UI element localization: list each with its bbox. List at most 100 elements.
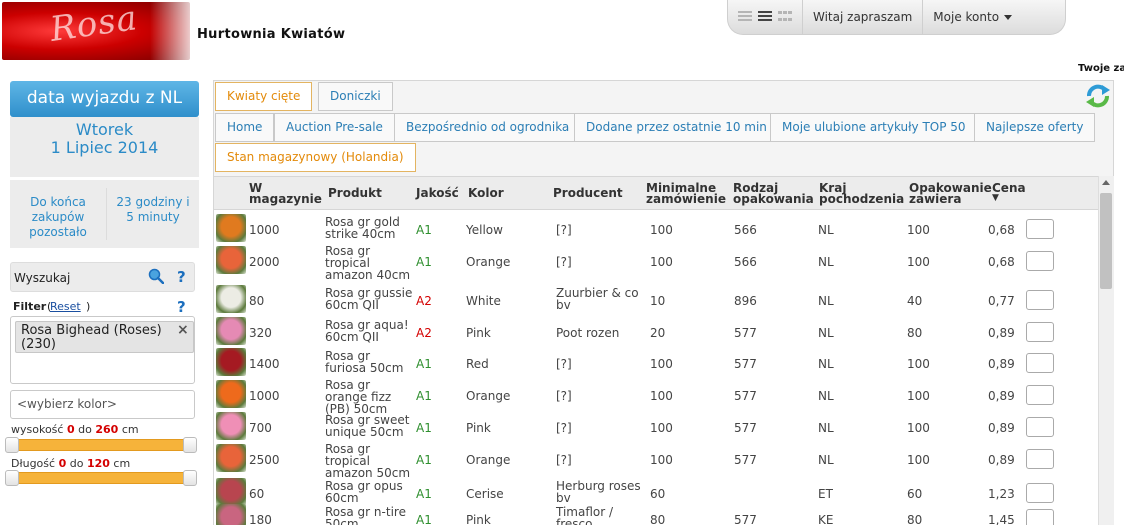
- filter-tag-remove-icon[interactable]: ×: [177, 322, 189, 338]
- quantity-input[interactable]: [1026, 449, 1054, 469]
- table-row[interactable]: 80 Rosa gr gussie 60cm QII A2 White Zuurbier…: [214, 283, 1098, 315]
- cell-product[interactable]: Rosa gr sweet unique 50cm: [325, 414, 413, 438]
- account-menu[interactable]: Moje konto: [923, 10, 1022, 24]
- refresh-icon[interactable]: [1085, 84, 1111, 108]
- cell-product[interactable]: Rosa gr furiosa 50cm: [325, 350, 413, 374]
- length-min-handle[interactable]: [5, 470, 19, 486]
- product-thumbnail[interactable]: [216, 246, 246, 274]
- cell-product[interactable]: Rosa gr gussie 60cm QII: [325, 287, 413, 311]
- col-color[interactable]: Kolor: [468, 187, 504, 199]
- col-product[interactable]: Produkt: [328, 187, 382, 199]
- cell-min: 100: [650, 223, 673, 237]
- search-label: Wyszukaj: [14, 271, 71, 285]
- length-max-handle[interactable]: [183, 470, 197, 486]
- cell-product[interactable]: Rosa gr aqua! 60cm QII: [325, 319, 413, 343]
- tab-ulubione-top50[interactable]: Moje ulubione artykuły TOP 50: [770, 113, 978, 142]
- col-producer[interactable]: Producent: [553, 187, 623, 199]
- tab-dodane-10-min[interactable]: Dodane przez ostatnie 10 min: [574, 113, 779, 142]
- cell-quality: A2: [416, 294, 432, 308]
- col-pack-contents[interactable]: Opakowanie zawiera: [909, 182, 992, 205]
- product-thumbnail[interactable]: [216, 412, 246, 440]
- length-range-label: Długość 0 do 120 cm: [11, 457, 131, 470]
- height-max-handle[interactable]: [183, 437, 197, 453]
- product-thumbnail[interactable]: [216, 380, 246, 408]
- col-quality[interactable]: Jakość: [416, 187, 459, 199]
- sort-desc-icon[interactable]: ▼: [992, 193, 999, 203]
- table-row[interactable]: 180 Rosa gr n-tire 50cm A1 Pink Timaflor / f…: [214, 502, 1098, 525]
- view-compact-icon[interactable]: [738, 11, 752, 23]
- cell-stock: 2000: [249, 255, 280, 269]
- cell-product[interactable]: Rosa gr opus 60cm: [325, 480, 413, 504]
- tab-auction-pre-sale[interactable]: Auction Pre-sale: [274, 113, 395, 142]
- quantity-input[interactable]: [1026, 353, 1054, 373]
- cell-color: White: [466, 294, 501, 308]
- filter-reset-link[interactable]: Reset: [50, 300, 81, 313]
- cell-contents: 100: [907, 255, 930, 269]
- view-grid-icon[interactable]: [778, 11, 792, 23]
- product-thumbnail[interactable]: [216, 504, 246, 525]
- quantity-input[interactable]: [1026, 483, 1054, 503]
- product-thumbnail[interactable]: [216, 317, 246, 345]
- quantity-input[interactable]: [1026, 385, 1054, 405]
- height-slider[interactable]: [13, 439, 189, 451]
- tab-najlepsze-oferty[interactable]: Najlepsze oferty: [974, 113, 1096, 142]
- cell-contents: 100: [907, 389, 930, 403]
- scroll-thumb[interactable]: [1100, 193, 1112, 289]
- length-slider[interactable]: [13, 472, 189, 484]
- tab-doniczki[interactable]: Doniczki: [318, 82, 393, 111]
- tab-stan-magazynowy[interactable]: Stan magazynowy (Holandia): [215, 143, 416, 172]
- cell-contents: 80: [907, 513, 923, 525]
- tab-bezposrednio[interactable]: Bezpośrednio od ogrodnika: [394, 113, 582, 142]
- table-row[interactable]: 1400 Rosa gr furiosa 50cm A1 Red [?] 100 577 NL…: [214, 346, 1098, 378]
- search-help-icon[interactable]: ?: [177, 268, 186, 286]
- cell-country: KE: [818, 513, 834, 525]
- quantity-input[interactable]: [1026, 251, 1054, 271]
- product-thumbnail[interactable]: [216, 444, 246, 472]
- table-row[interactable]: 1000 Rosa gr gold strike 40cm A1 Yellow [?] 1…: [214, 212, 1098, 244]
- cell-stock: 180: [249, 513, 272, 525]
- quantity-input[interactable]: [1026, 219, 1054, 239]
- cell-product[interactable]: Rosa gr tropical amazon 40cm: [325, 245, 413, 281]
- tab-kwiaty-ciete[interactable]: Kwiaty cięte: [215, 82, 313, 111]
- quantity-input[interactable]: [1026, 290, 1054, 310]
- height-min-handle[interactable]: [5, 437, 19, 453]
- scroll-up-icon[interactable]: [1102, 180, 1110, 185]
- cart-label: Twoje za: [1078, 63, 1124, 74]
- cell-product[interactable]: Rosa gr n-tire 50cm: [325, 506, 413, 525]
- filter-help-icon[interactable]: ?: [177, 298, 186, 316]
- color-select[interactable]: <wybierz kolor>: [10, 390, 195, 419]
- welcome-text: Witaj zapraszam: [813, 10, 913, 24]
- cell-pack: 577: [734, 453, 757, 467]
- table-row[interactable]: 320 Rosa gr aqua! 60cm QII A2 Pink Poot roze…: [214, 315, 1098, 347]
- cell-quality: A2: [416, 326, 432, 340]
- table-row[interactable]: 2500 Rosa gr tropical amazon 50cm A1 Orange…: [214, 442, 1098, 479]
- cell-price: 1,23: [988, 487, 1015, 501]
- cell-min: 60: [650, 487, 666, 501]
- cell-contents: 40: [907, 294, 923, 308]
- table-body: 1000 Rosa gr gold strike 40cm A1 Yellow [?] 1…: [214, 210, 1098, 525]
- col-min-order[interactable]: Minimalne zamówienie: [646, 182, 728, 205]
- company-name: Hurtownia Kwiatów: [197, 27, 346, 42]
- search-icon[interactable]: [148, 268, 164, 284]
- table-row[interactable]: 1000 Rosa gr orange fizz (PB) 50cm A1 Orang…: [214, 378, 1098, 415]
- col-country[interactable]: Kraj pochodzenia: [819, 182, 905, 205]
- cell-price: 0,68: [988, 223, 1015, 237]
- col-pack-type[interactable]: Rodzaj opakowania: [733, 182, 815, 205]
- quantity-input[interactable]: [1026, 417, 1054, 437]
- cell-product[interactable]: Rosa gr gold strike 40cm: [325, 216, 413, 240]
- quantity-input[interactable]: [1026, 322, 1054, 342]
- product-thumbnail[interactable]: [216, 285, 246, 313]
- table-row[interactable]: 2000 Rosa gr tropical amazon 40cm A1 Orange…: [214, 244, 1098, 281]
- departure-date-button[interactable]: data wyjazdu z NL: [10, 81, 199, 117]
- product-thumbnail[interactable]: [216, 214, 246, 242]
- cell-price: 1,45: [988, 513, 1015, 525]
- cell-product[interactable]: Rosa gr tropical amazon 50cm: [325, 443, 413, 479]
- quantity-input[interactable]: [1026, 509, 1054, 525]
- product-thumbnail[interactable]: [216, 348, 246, 376]
- cell-min: 10: [650, 294, 666, 308]
- tab-home[interactable]: Home: [215, 113, 275, 142]
- table-row[interactable]: 700 Rosa gr sweet unique 50cm A1 Pink [?] 100…: [214, 410, 1098, 442]
- col-stock[interactable]: W magazynie: [249, 182, 323, 205]
- table-header: W magazynie Produkt Jakość Kolor Produce…: [214, 176, 1098, 210]
- view-list-icon[interactable]: [758, 11, 772, 23]
